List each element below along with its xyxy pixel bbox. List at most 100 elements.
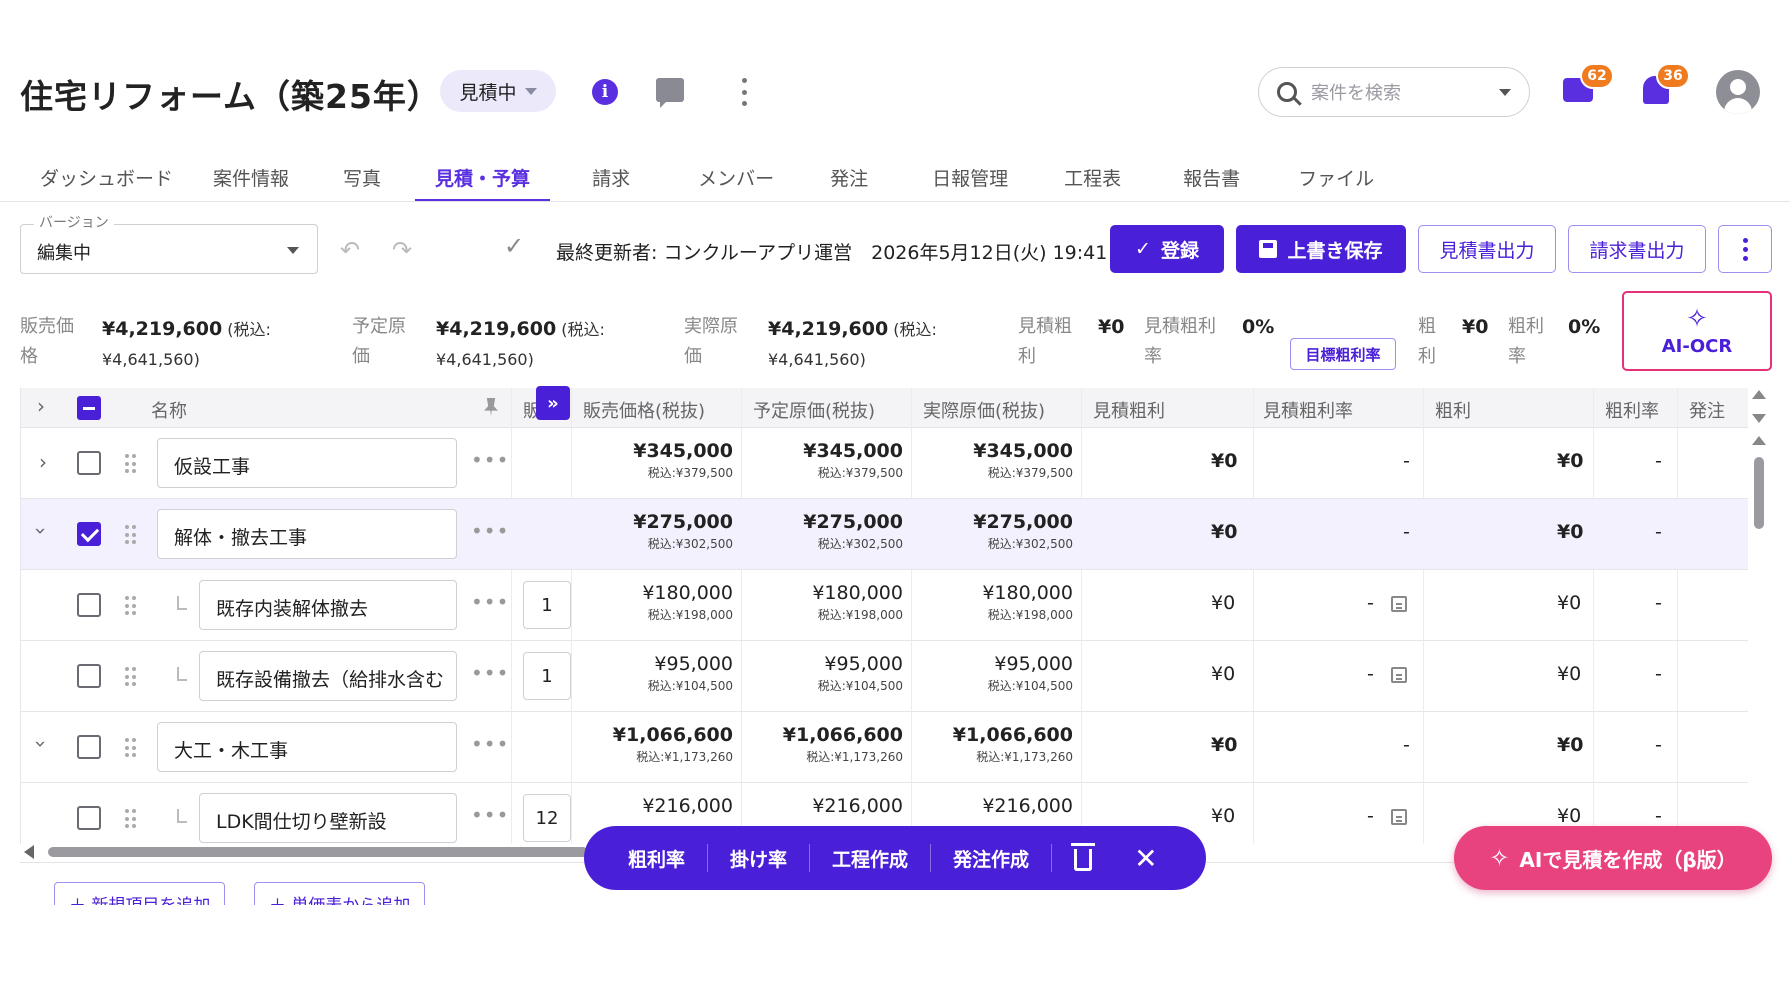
row-menu-icon[interactable]: ••• [471,448,509,472]
table-row[interactable]: 既存設備撤去（給排水含む ••• 1 ¥95,000 税込:¥104,500 ¥9… [21,641,1748,712]
add-from-master-button[interactable]: ＋ 単価表から追加 [254,882,426,905]
collapse-row-icon[interactable]: › [29,527,53,535]
quantity-input[interactable]: 1 [523,581,571,629]
close-icon[interactable]: ✕ [1134,842,1157,875]
add-new-item-button[interactable]: ＋ 新規項目を追加 [54,882,226,905]
table-row[interactable]: 既存内装解体撤去 ••• 1 ¥180,000 税込:¥198,000 ¥180,… [21,570,1748,641]
select-all-checkbox[interactable] [77,396,101,420]
export-invoice-button[interactable]: 請求書出力 [1568,225,1706,273]
delete-button[interactable] [1052,843,1114,872]
more-menu-icon[interactable] [740,78,748,106]
more-actions-button[interactable] [1718,225,1772,273]
table-row[interactable]: › 仮設工事 ••• ¥345,000 税込:¥379,500 ¥345,000 税… [21,428,1748,499]
drag-handle-icon[interactable] [125,454,137,474]
calculator-icon[interactable] [1391,667,1407,683]
item-name-input[interactable]: LDK間仕切り壁新設 [199,793,457,843]
calculator-icon[interactable] [1391,809,1407,825]
row-checkbox[interactable] [77,735,101,759]
item-name-input[interactable]: 解体・撤去工事 [157,509,457,559]
row-menu-icon[interactable]: ••• [471,803,509,827]
row-checkbox[interactable] [77,522,101,546]
chevron-down-icon[interactable] [1499,88,1511,96]
collapse-row-icon[interactable]: › [29,740,53,748]
row-checkbox[interactable] [77,593,101,617]
ai-create-estimate-button[interactable]: ✧ AIで見積を作成（β版） [1454,826,1772,890]
row-menu-icon[interactable]: ••• [471,590,509,614]
drag-handle-icon[interactable] [125,667,137,687]
margin-rate-cell: - [1655,663,1662,685]
undo-icon[interactable]: ↶ [340,236,360,264]
overwrite-save-button[interactable]: 上書き保存 [1236,225,1406,273]
create-order-button[interactable]: 発注作成 [931,844,1053,872]
tab-estimate-budget[interactable]: 見積・予算 [415,158,551,202]
quantity-input[interactable]: 1 [523,652,571,700]
row-menu-icon[interactable]: ••• [471,519,509,543]
tab-bar: ダッシュボード 案件情報 写真 見積・予算 請求 メンバー 発注 日報管理 工程… [20,158,1404,202]
drag-handle-icon[interactable] [125,738,137,758]
planned-cost-cell: ¥345,000 税込:¥379,500 [803,440,903,480]
vertical-scrollbar[interactable] [1752,386,1766,846]
drag-handle-icon[interactable] [125,525,137,545]
scroll-up-icon[interactable] [1752,436,1766,445]
info-icon[interactable]: i [592,79,618,105]
tab-reports[interactable]: 報告書 [1155,158,1268,202]
row-checkbox[interactable] [77,451,101,475]
sparkle-icon: ✧ [1686,303,1708,334]
scroll-up-icon[interactable] [1752,390,1766,399]
calculator-icon[interactable] [1391,596,1407,612]
column-estimated-margin-rate: 見積粗利率 [1263,401,1353,422]
scroll-left-icon[interactable] [24,845,34,859]
item-name-input[interactable]: 大工・木工事 [157,722,457,772]
tab-members[interactable]: メンバー [672,158,800,202]
item-name-input[interactable]: 既存内装解体撤去 [199,580,457,630]
bulk-margin-rate-button[interactable]: 粗利率 [606,844,709,872]
tab-dashboard[interactable]: ダッシュボード [20,158,193,202]
tab-project-info[interactable]: 案件情報 [193,158,309,202]
search-input[interactable]: 案件を検索 [1258,67,1530,117]
comment-icon[interactable] [656,78,684,108]
table-row[interactable]: › 解体・撤去工事 ••• ¥275,000 税込:¥302,500 ¥275,0… [21,499,1748,570]
expand-row-icon[interactable]: › [39,450,47,474]
version-label: バージョン [34,212,114,232]
bulk-multiplier-button[interactable]: 掛け率 [708,844,811,872]
margin-cell: ¥0 [1557,521,1584,543]
margin-rate-cell: - [1655,734,1662,756]
item-name-input[interactable]: 仮設工事 [157,438,457,488]
last-updated-text: 最終更新者: コンクルーアプリ運営 2026年5月12日(火) 19:41 [556,242,1108,264]
create-schedule-button[interactable]: 工程作成 [810,844,932,872]
save-icon [1259,240,1278,258]
redo-icon[interactable]: ↷ [392,236,412,264]
row-menu-icon[interactable]: ••• [471,732,509,756]
quantity-input[interactable]: 12 [523,794,571,842]
actual-cost-cell: ¥345,000 税込:¥379,500 [973,440,1073,480]
register-button[interactable]: ✓ 登録 [1110,225,1224,273]
tab-billing[interactable]: 請求 [550,158,672,202]
expand-all-icon[interactable]: › [37,394,45,418]
tab-daily-reports[interactable]: 日報管理 [898,158,1030,202]
margin-rate-cell: - [1655,450,1662,472]
sales-price-tax: ¥4,641,560) [102,350,200,369]
item-name-input[interactable]: 既存設備撤去（給排水含む [199,651,457,701]
status-dropdown[interactable]: 見積中 [440,70,556,112]
row-menu-icon[interactable]: ••• [471,661,509,685]
avatar[interactable] [1716,70,1760,114]
drag-handle-icon[interactable] [125,809,137,829]
tab-schedule[interactable]: 工程表 [1030,158,1155,202]
vertical-scroll-thumb[interactable] [1754,457,1764,529]
export-estimate-button[interactable]: 見積書出力 [1418,225,1556,273]
actual-cost-cell: ¥275,000 税込:¥302,500 [973,511,1073,551]
target-margin-rate-button[interactable]: 目標粗利率 [1290,338,1396,370]
tab-photos[interactable]: 写真 [309,158,415,202]
estimate-table: › 名称 販 販売価格(税抜) 予定原価(税抜) 実際原価(税抜) 見積粗利 見… [20,388,1748,844]
tab-files[interactable]: ファイル [1268,158,1404,202]
row-checkbox[interactable] [77,806,101,830]
row-checkbox[interactable] [77,664,101,688]
drag-handle-icon[interactable] [125,596,137,616]
table-row[interactable]: › 大工・木工事 ••• ¥1,066,600 税込:¥1,173,260 ¥1,… [21,712,1748,783]
expand-columns-icon[interactable]: » [536,386,570,420]
column-estimated-margin: 見積粗利 [1093,401,1165,422]
tab-orders[interactable]: 発注 [800,158,898,202]
horizontal-scroll-thumb[interactable] [48,847,588,857]
scroll-down-icon[interactable] [1752,414,1766,423]
ai-ocr-button[interactable]: ✧ AI-OCR [1622,291,1772,371]
